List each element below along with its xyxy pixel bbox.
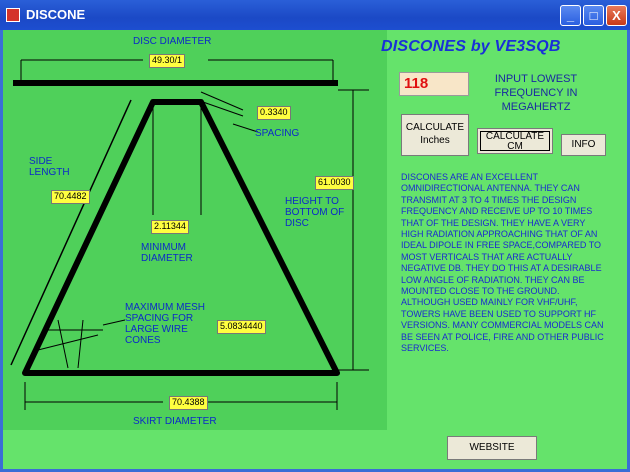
app-title: DISCONES by VE3SQB <box>381 38 561 55</box>
min-diameter-label: MINIMUM DIAMETER <box>141 242 193 264</box>
min-diameter-value: 2.11344 <box>151 220 189 234</box>
disc-bar <box>13 80 338 86</box>
height-label: HEIGHT TO BOTTOM OF DISC <box>285 196 345 229</box>
maximize-button[interactable]: □ <box>583 5 604 26</box>
side-dimension <box>10 99 132 366</box>
mesh-value: 5.0834440 <box>217 320 266 334</box>
minimize-button[interactable]: _ <box>560 5 581 26</box>
disc-diameter-label: DISC DIAMETER <box>133 36 212 47</box>
mesh-line <box>37 334 99 351</box>
close-button[interactable]: X <box>606 5 627 26</box>
frequency-label: INPUT LOWEST FREQUENCY IN MEGAHERTZ <box>494 73 578 113</box>
frequency-input[interactable]: 118 <box>399 72 469 96</box>
side-length-label: SIDE LENGTH <box>29 156 70 178</box>
description-text: DISCONES ARE AN EXCELLENT OMNIDIRECTIONA… <box>401 172 604 354</box>
mesh-line <box>77 319 84 369</box>
side-length-value: 70.4482 <box>51 190 90 204</box>
info-button[interactable]: INFO <box>561 134 606 156</box>
calculate-inches-button[interactable]: CALCULATE Inches <box>401 114 469 156</box>
spacing-value: 0.3340 <box>257 106 291 120</box>
title-bar[interactable]: DISCONE _ □ X <box>0 0 630 30</box>
disc-diameter-value: 49.30/1 <box>149 54 186 68</box>
window-title: DISCONE <box>26 7 86 22</box>
app-window: DISCONE _ □ X DISC DIAMETER 49.30/1 0.33… <box>0 0 630 472</box>
diagram-lines <box>10 59 369 410</box>
mesh-line <box>102 319 126 326</box>
discone-diagram: DISC DIAMETER 49.30/1 0.3340 SPACING SID… <box>3 30 387 430</box>
mesh-label: MAXIMUM MESH SPACING FOR LARGE WIRE CONE… <box>125 302 205 346</box>
skirt-label: SKIRT DIAMETER <box>133 416 217 427</box>
client-area: DISC DIAMETER 49.30/1 0.3340 SPACING SID… <box>3 30 627 469</box>
calculate-cm-button[interactable]: CALCULATE CM <box>477 128 553 154</box>
website-button[interactable]: WEBSITE <box>447 436 537 460</box>
skirt-value: 70.4388 <box>169 396 208 410</box>
mesh-line <box>57 319 69 369</box>
spacing-pointer <box>200 91 244 111</box>
spacing-label: SPACING <box>255 128 300 139</box>
height-value: 61.0030 <box>315 176 354 190</box>
app-icon <box>6 8 20 22</box>
